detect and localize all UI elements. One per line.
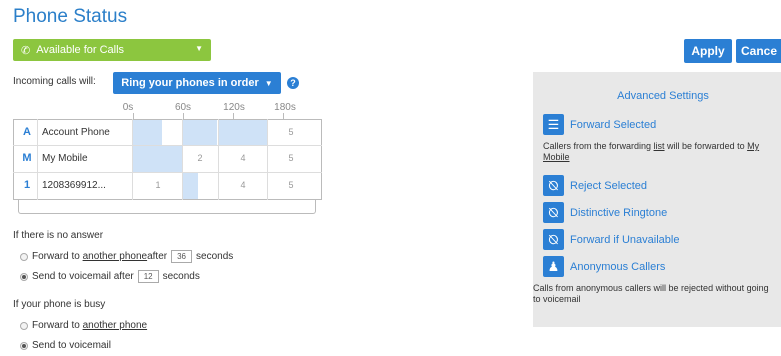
phone-name: 1208369912... [42, 180, 106, 191]
option-text: seconds [196, 251, 234, 262]
disabled-icon: ⦰ [543, 175, 564, 196]
option-text: Forward to [32, 251, 80, 262]
ring-step-number: 1 [155, 180, 161, 190]
option-text: Send to voicemail [32, 340, 111, 351]
ring-step-number: 4 [240, 180, 246, 190]
anonymous-callers-item[interactable]: ♟ Anonymous Callers [543, 256, 665, 277]
chevron-down-icon: ▼ [264, 78, 273, 88]
no-answer-voicemail-option[interactable]: Send to voicemail after 12 seconds [20, 270, 200, 283]
no-answer-heading: If there is no answer [13, 230, 104, 241]
disabled-icon: ⦰ [543, 202, 564, 223]
forward-selected-note: Callers from the forwarding list will be… [543, 141, 781, 163]
option-text: Forward to [32, 320, 80, 331]
distinctive-ringtone-label[interactable]: Distinctive Ringtone [570, 207, 667, 219]
no-answer-forward-option[interactable]: Forward to another phone after 36 second… [20, 250, 233, 263]
column-divider [132, 119, 133, 200]
radio-button[interactable] [20, 272, 28, 281]
option-text: seconds [162, 271, 200, 282]
option-text: Send to voicemail after [32, 271, 134, 282]
seconds-input[interactable]: 12 [137, 270, 159, 283]
radio-button[interactable] [20, 321, 28, 330]
phone-name: Account Phone [42, 127, 110, 138]
horizontal-scrollbar[interactable] [18, 200, 316, 214]
forward-unavailable-label[interactable]: Forward if Unavailable [570, 234, 679, 246]
row-divider [13, 145, 322, 146]
forward-selected-label[interactable]: Forward Selected [570, 119, 656, 131]
anonymous-callers-label[interactable]: Anonymous Callers [570, 261, 665, 273]
ring-cell[interactable] [133, 120, 162, 145]
note-text: Callers from the forwarding [543, 141, 654, 151]
tick-label: 120s [223, 102, 245, 113]
note-text: will be forwarded to [664, 141, 748, 151]
seconds-input[interactable]: 36 [171, 250, 193, 263]
ring-mode-dropdown[interactable]: Ring your phones in order ▼ [113, 72, 281, 94]
forward-selected-item[interactable]: ☰ Forward Selected [543, 114, 656, 135]
ring-step-number: 5 [288, 127, 294, 137]
status-dropdown[interactable]: ✆ Available for Calls ▼ [13, 39, 211, 61]
column-divider [182, 119, 183, 200]
radio-button[interactable] [20, 341, 28, 350]
busy-voicemail-option[interactable]: Send to voicemail [20, 340, 111, 351]
ring-cell[interactable] [183, 120, 217, 145]
busy-heading: If your phone is busy [13, 299, 106, 310]
phone-icon: ✆ [21, 44, 31, 57]
tick-label: 0s [122, 102, 134, 113]
apply-button[interactable]: Apply [684, 39, 732, 63]
another-phone-link[interactable]: another phone [83, 251, 148, 262]
phone-key: M [22, 152, 32, 164]
column-divider [267, 119, 268, 200]
ring-step-number: 5 [288, 180, 294, 190]
reject-selected-item[interactable]: ⦰ Reject Selected [543, 175, 647, 196]
incoming-calls-label: Incoming calls will: [13, 76, 96, 87]
forward-unavailable-item[interactable]: ⦰ Forward if Unavailable [543, 229, 679, 250]
page-title: Phone Status [13, 6, 128, 27]
status-label: Available for Calls [36, 44, 125, 56]
ring-cell[interactable] [219, 120, 267, 145]
phone-key: 1 [23, 179, 31, 191]
disabled-icon: ⦰ [543, 229, 564, 250]
ring-cell[interactable] [133, 146, 183, 172]
cancel-button[interactable]: Cance [736, 39, 781, 63]
anonymous-user-icon: ♟ [543, 256, 564, 277]
ring-cell[interactable] [183, 173, 198, 199]
anonymous-callers-note: Calls from anonymous callers will be rej… [533, 283, 769, 304]
radio-button[interactable] [20, 252, 28, 261]
advanced-settings-title: Advanced Settings [617, 90, 709, 102]
help-icon[interactable]: ? [287, 77, 299, 89]
reject-selected-label[interactable]: Reject Selected [570, 180, 647, 192]
column-divider [218, 119, 219, 200]
option-text: after [147, 251, 168, 262]
chevron-down-icon: ▼ [195, 44, 203, 53]
ring-step-number: 2 [197, 153, 203, 163]
another-phone-link[interactable]: another phone [83, 320, 148, 331]
tick-label: 180s [274, 102, 296, 113]
forward-list-icon: ☰ [543, 114, 564, 135]
row-divider [13, 172, 322, 173]
phone-key: A [23, 126, 31, 138]
forwarding-list-link[interactable]: list [654, 141, 665, 151]
ring-step-number: 5 [288, 153, 294, 163]
ring-step-number: 4 [240, 153, 246, 163]
ring-mode-label: Ring your phones in order [121, 77, 259, 89]
column-divider [37, 119, 38, 200]
phone-name: My Mobile [42, 153, 88, 164]
distinctive-ringtone-item[interactable]: ⦰ Distinctive Ringtone [543, 202, 667, 223]
tick-label: 60s [174, 102, 192, 113]
busy-forward-option[interactable]: Forward to another phone [20, 320, 147, 331]
